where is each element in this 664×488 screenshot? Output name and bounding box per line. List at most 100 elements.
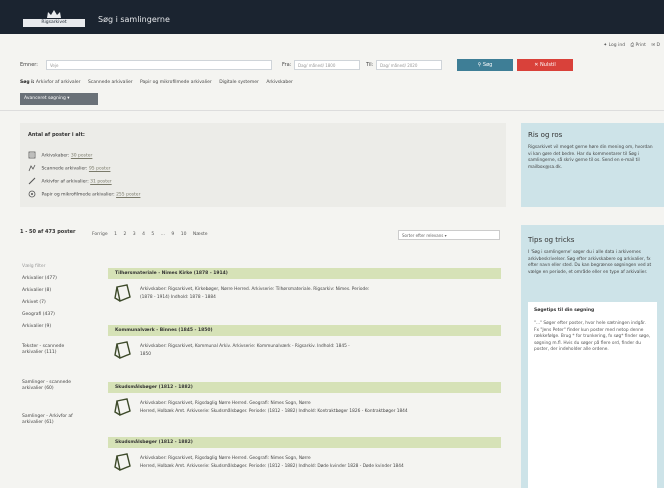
result-item: Tilhørsmateriale - Nimes Kirke (1878 - 1… bbox=[108, 268, 501, 319]
scope-option[interactable]: Scannede arkivalier bbox=[88, 80, 133, 85]
stat-count-link[interactable]: 255 poster bbox=[116, 193, 140, 198]
login-link[interactable]: ✦ Log ind bbox=[603, 43, 625, 48]
stat-count-link[interactable]: 31 poster bbox=[90, 180, 112, 185]
print-link[interactable]: ⎙ Print bbox=[631, 43, 646, 48]
stat-label: Papir og mikrofilmede arkivalier: bbox=[41, 192, 115, 198]
advanced-search-button[interactable]: Avanceret søgning ▾ bbox=[20, 93, 98, 105]
stat-row: Arkivskaber: 30 poster bbox=[28, 151, 92, 159]
tips-title: Tips og tricks bbox=[528, 236, 575, 244]
scope-row: Søg i: Arkivfor af arkivaler Scannede ar… bbox=[20, 80, 299, 85]
to-label: Til: bbox=[366, 62, 374, 68]
result-line: (1878 - 1914) Indhold: 1878 - 1884 bbox=[140, 294, 216, 300]
pager-prev[interactable]: Forrige bbox=[92, 232, 108, 237]
top-bar: Rigsarkivet Søg i samlingerne bbox=[0, 0, 664, 34]
result-item: Skudsmålsbøger (1812 - 1882) Arkivskaber… bbox=[108, 437, 501, 488]
pager-page[interactable]: 1 bbox=[114, 232, 117, 237]
from-label: Fra: bbox=[282, 62, 292, 68]
pager-next[interactable]: Næste bbox=[193, 232, 208, 237]
stat-count-link[interactable]: 30 poster bbox=[71, 154, 93, 159]
book-icon bbox=[114, 341, 131, 359]
result-line: Arkivskaber: Rigsarkivet, Rigsdaglig Nør… bbox=[140, 456, 311, 461]
top-links: ✦ Log ind ⎙ Print ✉ D bbox=[599, 42, 660, 48]
result-line: Herred, Holbæk Amt. Arkivserie: Skudsmål… bbox=[140, 463, 404, 469]
scope-option[interactable]: Arkivfor af arkivaler bbox=[36, 80, 81, 85]
reset-button[interactable]: ✕ Nulstil bbox=[517, 59, 573, 71]
crown-icon bbox=[47, 10, 61, 18]
stat-label: Arkivskaber: bbox=[41, 153, 70, 159]
pager-ellipsis: ... bbox=[160, 232, 165, 237]
facet-item[interactable]: Arkivalier (9) bbox=[22, 324, 86, 330]
facet-item[interactable]: Samlinger - Arkivfor af arkivalier (61) bbox=[22, 414, 74, 427]
sort-select[interactable]: Sorter efter relevans ▾ bbox=[398, 230, 500, 240]
result-line: Arkivskaber: Rigsarkivet, Kommunal Arkiv… bbox=[140, 344, 350, 349]
stats-title: Antal af poster i alt: bbox=[28, 132, 85, 138]
result-description: Arkivskaber: Rigsarkivet, Rigsdaglig Nør… bbox=[140, 400, 495, 415]
logo[interactable]: Rigsarkivet bbox=[23, 9, 85, 27]
facet-item[interactable]: Arkivet (7) bbox=[22, 300, 86, 306]
facet-header: Vælg filter bbox=[22, 264, 46, 269]
divider bbox=[0, 110, 664, 111]
search-input[interactable]: Veje bbox=[46, 60, 272, 70]
search-tips-title: Søgetips til din søgning bbox=[534, 308, 595, 313]
result-description: Arkivskaber: Rigsarkivet, Kommunal Arkiv… bbox=[140, 343, 495, 358]
search-tips-text: "..." Søger efter poster, hvor hele sætn… bbox=[534, 321, 651, 353]
result-description: Arkivskaber: Rigsarkivet, Rigsdaglig Nør… bbox=[140, 455, 495, 470]
search-label: Emner: bbox=[20, 62, 38, 68]
scope-option[interactable]: Arkivskaber bbox=[266, 80, 293, 85]
feedback-title: Ris og ros bbox=[528, 131, 563, 139]
facet-item[interactable]: Arkivalier (8) bbox=[22, 288, 86, 294]
stat-row: Scannede arkivalier: 95 poster bbox=[28, 164, 110, 172]
result-title[interactable]: Skudsmålsbøger (1812 - 1882) bbox=[108, 437, 501, 448]
stats-box: Antal af poster i alt: Arkivskaber: 30 p… bbox=[20, 123, 506, 207]
result-title[interactable]: Kommunalværk - Binnes (1845 - 1850) bbox=[108, 325, 501, 336]
facet-item[interactable]: Tekster - scannede arkivalier (111) bbox=[22, 344, 74, 357]
pencil-icon bbox=[28, 177, 36, 185]
facet-item[interactable]: Samlinger - scannede arkivalier (60) bbox=[22, 380, 74, 393]
feedback-box: Ris og ros Rigsarkivet vil meget gerne h… bbox=[521, 123, 664, 207]
search-row: Emner: Veje Fra: Dag/ måned/ 1800 Til: D… bbox=[20, 59, 580, 72]
result-line: Herred, Holbæk Amt. Arkivserie: Skudsmål… bbox=[140, 408, 408, 414]
feedback-text: Rigsarkivet vil meget gerne høre din men… bbox=[528, 145, 653, 170]
search-button[interactable]: ⚲ Søg bbox=[457, 59, 513, 71]
result-description: Arkivskaber: Rigsarkivet, Kirkebøger, Nø… bbox=[140, 286, 495, 301]
scope-option[interactable]: Digitale systemer bbox=[219, 80, 259, 85]
result-item: Skudsmålsbøger (1812 - 1882) Arkivskaber… bbox=[108, 382, 501, 433]
facet-item[interactable]: Arkivalier (477) bbox=[22, 276, 86, 282]
share-link[interactable]: ✉ D bbox=[651, 43, 660, 48]
result-count: 1 - 50 af 473 poster bbox=[20, 229, 76, 235]
app-title[interactable]: Søg i samlingerne bbox=[98, 15, 170, 24]
pager-page[interactable]: 10 bbox=[181, 232, 187, 237]
logo-text: Rigsarkivet bbox=[23, 19, 85, 27]
archive-creator-icon bbox=[28, 151, 36, 159]
result-title[interactable]: Tilhørsmateriale - Nimes Kirke (1878 - 1… bbox=[108, 268, 501, 279]
pager-page[interactable]: 3 bbox=[133, 232, 136, 237]
pagination: Forrige 1 2 3 4 5 ... 9 10 Næste bbox=[92, 232, 213, 237]
pager-page[interactable]: 5 bbox=[151, 232, 154, 237]
book-icon bbox=[114, 398, 131, 416]
film-icon bbox=[28, 190, 36, 198]
stat-count-link[interactable]: 95 poster bbox=[89, 167, 111, 172]
from-date-field[interactable]: Dag/ måned/ 1800 bbox=[294, 60, 360, 70]
result-line: Arkivskaber: Rigsarkivet, Rigsdaglig Nør… bbox=[140, 401, 311, 406]
result-item: Kommunalværk - Binnes (1845 - 1850) Arki… bbox=[108, 325, 501, 376]
tips-box: Tips og tricks I 'Søg i samlingerne' søg… bbox=[521, 225, 664, 488]
stat-label: Arkivfor af arkivalier: bbox=[41, 179, 89, 185]
scanned-icon bbox=[28, 164, 36, 172]
result-line: 1850 bbox=[140, 351, 151, 357]
facet-item[interactable]: Geografi (437) bbox=[22, 312, 86, 318]
stat-row: Arkivfor af arkivalier: 31 poster bbox=[28, 177, 112, 185]
result-line: Arkivskaber: Rigsarkivet, Kirkebøger, Nø… bbox=[140, 287, 370, 292]
pager-page[interactable]: 9 bbox=[171, 232, 174, 237]
scope-label: Søg i: bbox=[20, 80, 35, 85]
stat-label: Scannede arkivalier: bbox=[41, 166, 88, 172]
stat-row: Papir og mikrofilmede arkivalier: 255 po… bbox=[28, 190, 140, 198]
pager-page[interactable]: 2 bbox=[123, 232, 126, 237]
result-title[interactable]: Skudsmålsbøger (1812 - 1882) bbox=[108, 382, 501, 393]
scope-option[interactable]: Papir og mikrofilmede arkivalier bbox=[140, 80, 212, 85]
book-icon bbox=[114, 284, 131, 302]
book-icon bbox=[114, 453, 131, 471]
tips-text: I 'Søg i samlingerne' søger du i alle da… bbox=[528, 250, 652, 275]
to-date-field[interactable]: Dag/ måned/ 2020 bbox=[376, 60, 442, 70]
search-tips-panel: Søgetips til din søgning "..." Søger eft… bbox=[528, 302, 657, 488]
pager-page[interactable]: 4 bbox=[142, 232, 145, 237]
